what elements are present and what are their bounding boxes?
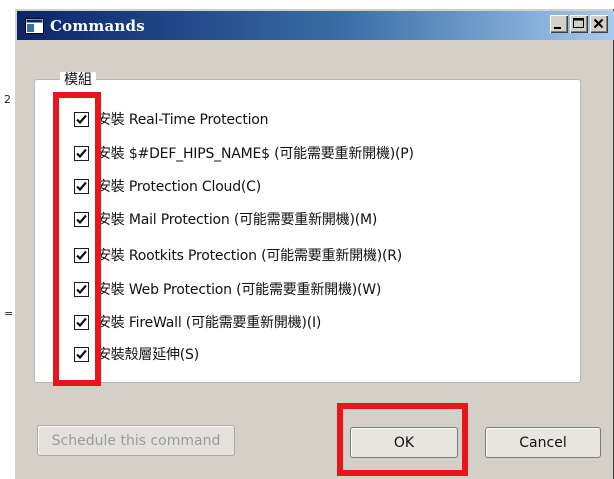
checkbox[interactable] — [74, 178, 89, 194]
checkmark-icon — [76, 214, 87, 224]
ok-button[interactable]: OK — [350, 427, 458, 458]
checkbox[interactable] — [74, 281, 89, 297]
window-controls — [550, 15, 608, 33]
cancel-button[interactable]: Cancel — [485, 427, 601, 458]
option-rootkits-protection[interactable]: 安裝 Rootkits Protection (可能需要重新開機)(R) — [74, 244, 402, 266]
checkbox[interactable] — [74, 145, 89, 161]
option-shell-extension[interactable]: 安裝殼層延伸(S) — [74, 343, 199, 365]
window-title: Commands — [50, 16, 145, 35]
option-label: 安裝 $#DEF_HIPS_NAME$ (可能需要重新開機)(P) — [97, 146, 414, 162]
checkmark-icon — [76, 250, 87, 260]
option-mail-protection[interactable]: 安裝 Mail Protection (可能需要重新開機)(M) — [74, 208, 377, 230]
option-real-time-protection[interactable]: 安裝 Real-Time Protection — [74, 108, 269, 130]
checkbox[interactable] — [74, 211, 89, 227]
title-bar[interactable]: Commands — [17, 11, 614, 40]
option-label: 安裝 Web Protection (可能需要重新開機)(W) — [97, 282, 382, 298]
option-hips[interactable]: 安裝 $#DEF_HIPS_NAME$ (可能需要重新開機)(P) — [74, 142, 414, 164]
checkbox[interactable] — [74, 346, 89, 362]
option-firewall[interactable]: 安裝 FireWall (可能需要重新開機)(I) — [74, 311, 321, 333]
minimize-icon — [554, 27, 561, 29]
checkmark-icon — [76, 349, 87, 359]
maximize-button[interactable] — [570, 15, 588, 33]
schedule-command-button[interactable]: Schedule this command — [37, 425, 235, 456]
option-web-protection[interactable]: 安裝 Web Protection (可能需要重新開機)(W) — [74, 278, 381, 300]
option-label: 安裝 Protection Cloud(C) — [97, 179, 262, 195]
option-label: 安裝 FireWall (可能需要重新開機)(I) — [97, 315, 322, 331]
minimize-button[interactable] — [550, 15, 568, 33]
checkmark-icon — [76, 148, 87, 158]
option-label: 安裝殼層延伸(S) — [97, 347, 200, 363]
checkbox[interactable] — [74, 314, 89, 330]
checkmark-icon — [76, 317, 87, 327]
checkmark-icon — [76, 114, 87, 124]
app-icon — [25, 17, 44, 34]
checkbox[interactable] — [74, 247, 89, 263]
option-label: 安裝 Rootkits Protection (可能需要重新開機)(R) — [97, 248, 403, 264]
close-icon — [593, 18, 604, 29]
maximize-icon — [573, 18, 584, 28]
option-label: 安裝 Mail Protection (可能需要重新開機)(M) — [97, 212, 378, 228]
close-button[interactable] — [590, 15, 608, 33]
background-text: = — [4, 307, 14, 320]
checkbox[interactable] — [74, 111, 89, 127]
background-text: 2 — [4, 93, 11, 106]
checkmark-icon — [76, 181, 87, 191]
option-label: 安裝 Real-Time Protection — [97, 112, 269, 128]
option-protection-cloud[interactable]: 安裝 Protection Cloud(C) — [74, 175, 261, 197]
group-label: 模組 — [60, 72, 96, 88]
checkmark-icon — [76, 284, 87, 294]
screenshot-root: 2 = Commands 模組 安裝 Real-Time Protection … — [0, 0, 614, 479]
